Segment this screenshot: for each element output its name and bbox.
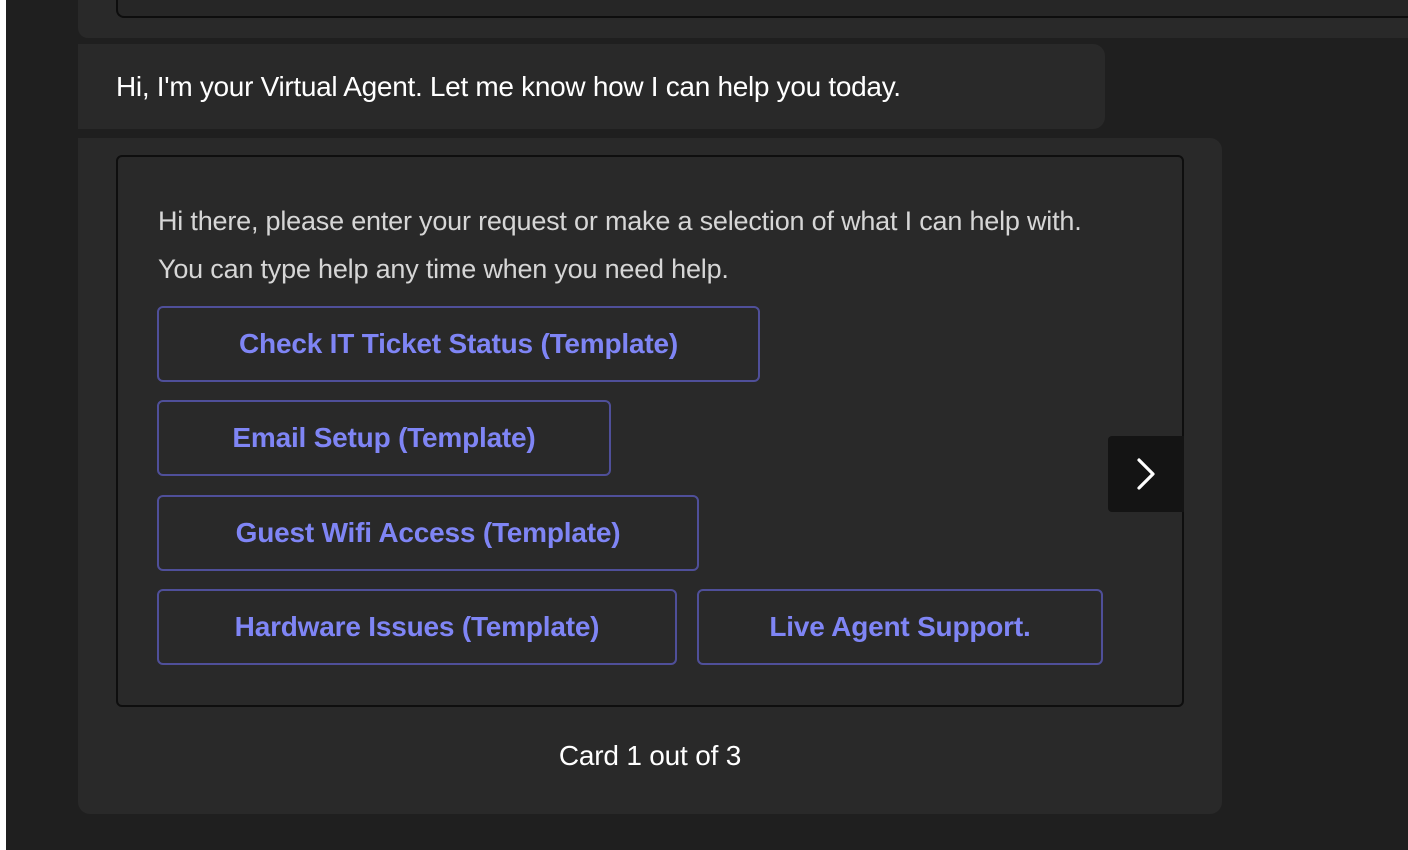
agent-greeting-message: Hi, I'm your Virtual Agent. Let me know … [78, 44, 1105, 129]
previous-card-edge [116, 0, 1408, 18]
card-prompt-text: Hi there, please enter your request or m… [158, 206, 1082, 284]
chevron-right-icon [1137, 458, 1155, 490]
choice-email-setup[interactable]: Email Setup (Template) [157, 400, 611, 476]
window-edge [0, 0, 6, 850]
carousel-next-button[interactable] [1108, 436, 1184, 512]
greeting-text: Hi, I'm your Virtual Agent. Let me know … [116, 70, 901, 102]
choice-hardware-issues[interactable]: Hardware Issues (Template) [157, 589, 677, 665]
choice-check-it-ticket-status[interactable]: Check IT Ticket Status (Template) [157, 306, 760, 382]
carousel-pager: Card 1 out of 3 [558, 740, 742, 771]
choice-live-agent-support[interactable]: Live Agent Support. [697, 589, 1103, 665]
chat-window: Hi, I'm your Virtual Agent. Let me know … [0, 0, 1408, 850]
choice-guest-wifi-access[interactable]: Guest Wifi Access (Template) [157, 495, 699, 571]
